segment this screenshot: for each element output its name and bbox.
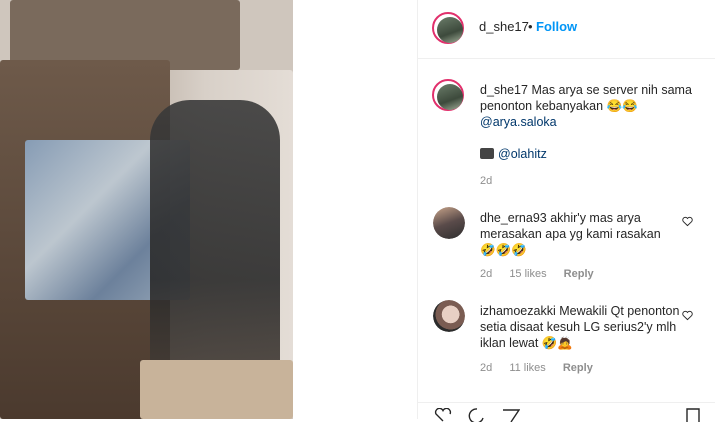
caption-username[interactable]: d_she17 [480, 83, 528, 97]
comment-emoji: 🤣🤣🤣 [480, 243, 527, 257]
comment-avatar[interactable] [433, 207, 465, 239]
instagram-post-viewer: d_she17 • Follow d_she17 Mas arya se ser… [0, 0, 715, 422]
save-icon[interactable] [684, 408, 702, 422]
follow-button[interactable]: Follow [536, 19, 577, 34]
caption-mention[interactable]: @arya.saloka [480, 115, 557, 129]
reply-button[interactable]: Reply [564, 268, 594, 280]
comment-meta: 2d 15 likes Reply [480, 268, 608, 280]
media-gutter [293, 0, 417, 419]
comment-text: izhamoezakki Mewakili Qt penonton setia … [480, 303, 680, 351]
action-bar [418, 402, 715, 422]
caption-emoji: 😂😂 [606, 99, 638, 113]
share-icon[interactable] [502, 408, 520, 422]
video-frame-floor [140, 360, 293, 419]
comment-meta: 2d 11 likes Reply [480, 362, 607, 374]
comment-likes[interactable]: 11 likes [509, 362, 545, 374]
video-frame-person [150, 100, 280, 400]
caption-credit: @olahitz [480, 146, 547, 162]
like-heart-icon[interactable] [682, 216, 693, 227]
caption-avatar[interactable] [432, 79, 464, 111]
comments-panel: d_she17 • Follow d_she17 Mas arya se ser… [417, 0, 715, 422]
post-video[interactable] [0, 0, 293, 419]
comment-text: dhe_erna93 akhir'y mas arya merasakan ap… [480, 210, 680, 258]
comment-likes[interactable]: 15 likes [509, 268, 546, 280]
like-heart-icon[interactable] [682, 310, 693, 321]
comment-age[interactable]: 2d [480, 268, 492, 280]
comment-age[interactable]: 2d [480, 362, 492, 374]
comment-avatar[interactable] [433, 300, 465, 332]
comment-username[interactable]: dhe_erna93 [480, 211, 547, 225]
comment-username[interactable]: izhamoezakki [480, 304, 556, 318]
comment-emoji: 🤣🙇 [541, 336, 573, 350]
caption-text: d_she17 Mas arya se server nih sama peno… [480, 82, 700, 130]
post-header: d_she17 • Follow [418, 0, 715, 59]
camera-emoji-icon [480, 148, 494, 159]
reply-button[interactable]: Reply [563, 362, 593, 374]
credit-mention[interactable]: @olahitz [498, 147, 547, 161]
comment-icon[interactable] [468, 408, 486, 422]
header-separator: • [528, 19, 533, 34]
heart-icon[interactable] [434, 408, 452, 422]
author-avatar[interactable] [432, 12, 464, 44]
author-username[interactable]: d_she17 [479, 19, 529, 34]
caption-age[interactable]: 2d [480, 175, 492, 187]
